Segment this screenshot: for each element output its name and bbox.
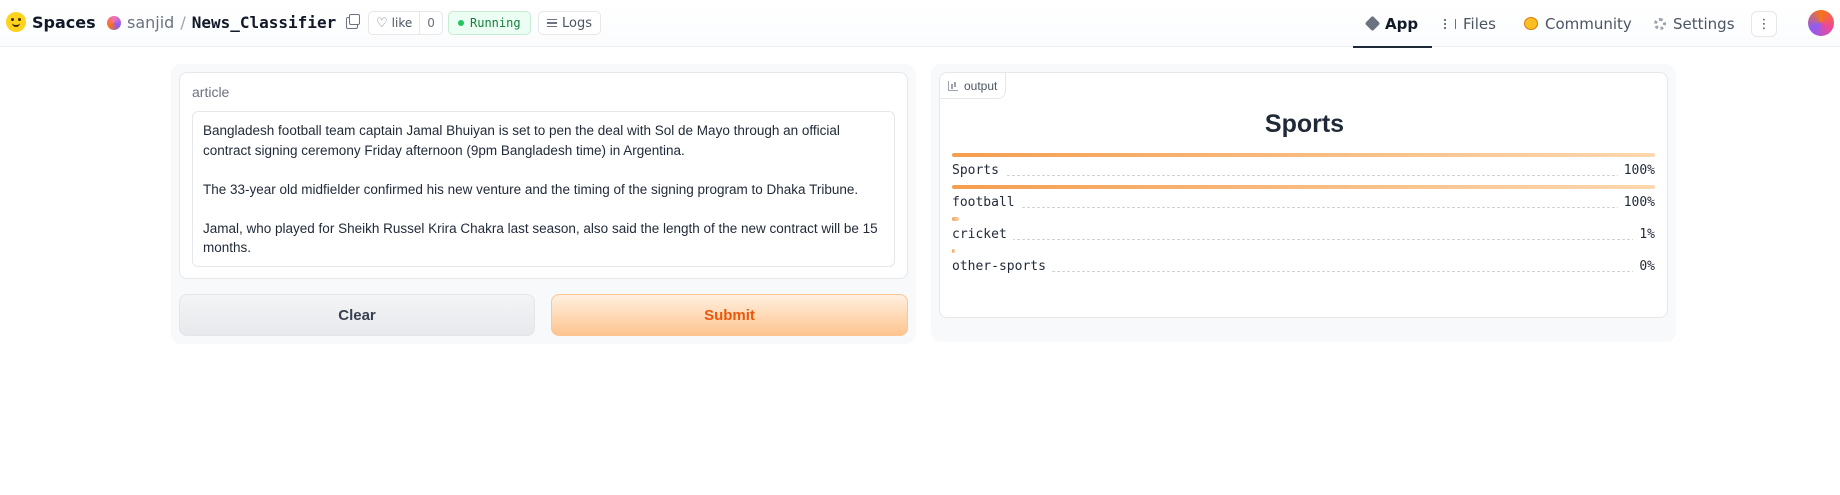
heart-icon: ♡	[376, 15, 388, 31]
confidence-row[interactable]: other-sports 0%	[952, 249, 1655, 279]
spaces-brand-link[interactable]: Spaces	[6, 12, 96, 32]
logs-label: Logs	[562, 15, 592, 31]
breadcrumb-separator: /	[180, 13, 186, 32]
tab-settings[interactable]: Settings	[1654, 0, 1735, 47]
repo-name-link[interactable]: News_Classifier	[192, 13, 337, 32]
tab-app-label: App	[1385, 14, 1419, 33]
more-options-button[interactable]: ⋮	[1751, 11, 1777, 37]
files-icon	[1444, 18, 1456, 29]
status-dot-icon	[458, 20, 464, 26]
confidence-bar	[952, 185, 1655, 189]
huggingface-logo-icon	[6, 12, 26, 32]
submit-button[interactable]: Submit	[551, 294, 908, 336]
confidence-value: 0%	[1633, 259, 1655, 274]
owner-link[interactable]: sanjid	[127, 13, 174, 32]
logs-button[interactable]: Logs	[538, 11, 601, 35]
repo-breadcrumb: sanjid / News_Classifier	[107, 13, 361, 32]
confidence-bar	[952, 153, 1655, 157]
like-button[interactable]: ♡ like 0	[368, 11, 443, 35]
output-tag: output	[940, 73, 1007, 99]
predicted-label: Sports	[1264, 110, 1345, 138]
more-icon: ⋮	[1757, 16, 1771, 32]
top-navigation-bar: Spaces sanjid / News_Classifier ♡ like 0…	[0, 0, 1840, 48]
tab-files[interactable]: Files	[1444, 0, 1496, 47]
like-label: like	[391, 16, 413, 30]
tab-app[interactable]: App	[1352, 0, 1433, 48]
confidence-row[interactable]: football 100%	[952, 185, 1655, 215]
community-icon	[1524, 17, 1538, 30]
logs-icon	[547, 19, 557, 27]
confidence-label: football	[952, 195, 1021, 210]
confidence-bar	[952, 217, 960, 221]
tab-files-label: Files	[1463, 14, 1496, 33]
bar-chart-icon	[948, 80, 958, 91]
confidence-value: 100%	[1617, 195, 1655, 210]
tab-community-label: Community	[1545, 14, 1632, 33]
confidence-bar	[952, 249, 955, 253]
confidence-value: 1%	[1633, 227, 1655, 242]
status-badge[interactable]: Running	[448, 11, 531, 35]
confidence-label: cricket	[952, 227, 1013, 242]
user-avatar[interactable]	[1808, 10, 1834, 36]
article-textarea[interactable]: Bangladesh football team captain Jamal B…	[192, 111, 895, 267]
confidence-row[interactable]: Sports 100%	[952, 153, 1655, 183]
like-count: 0	[427, 16, 435, 30]
output-tag-label: output	[964, 78, 998, 93]
copy-icon[interactable]	[346, 13, 361, 29]
gear-icon	[1654, 17, 1666, 30]
cube-icon	[1364, 15, 1381, 32]
owner-avatar	[107, 15, 121, 30]
output-panel: output Sports Sports 100% football 100% …	[931, 64, 1676, 342]
clear-button[interactable]: Clear	[179, 294, 535, 336]
tab-community[interactable]: Community	[1524, 0, 1632, 47]
confidence-label: Sports	[952, 163, 1005, 178]
article-label: article	[192, 84, 230, 100]
confidence-value: 100%	[1617, 163, 1655, 178]
brand-label: Spaces	[32, 12, 96, 32]
confidence-row[interactable]: cricket 1%	[952, 217, 1655, 247]
confidence-label: other-sports	[952, 259, 1052, 274]
tab-settings-label: Settings	[1673, 14, 1735, 33]
output-label-block: output Sports Sports 100% football 100% …	[939, 72, 1668, 318]
input-panel: article Bangladesh football team captain…	[171, 64, 916, 344]
status-label: Running	[470, 16, 521, 30]
article-input-block: article Bangladesh football team captain…	[179, 72, 908, 279]
